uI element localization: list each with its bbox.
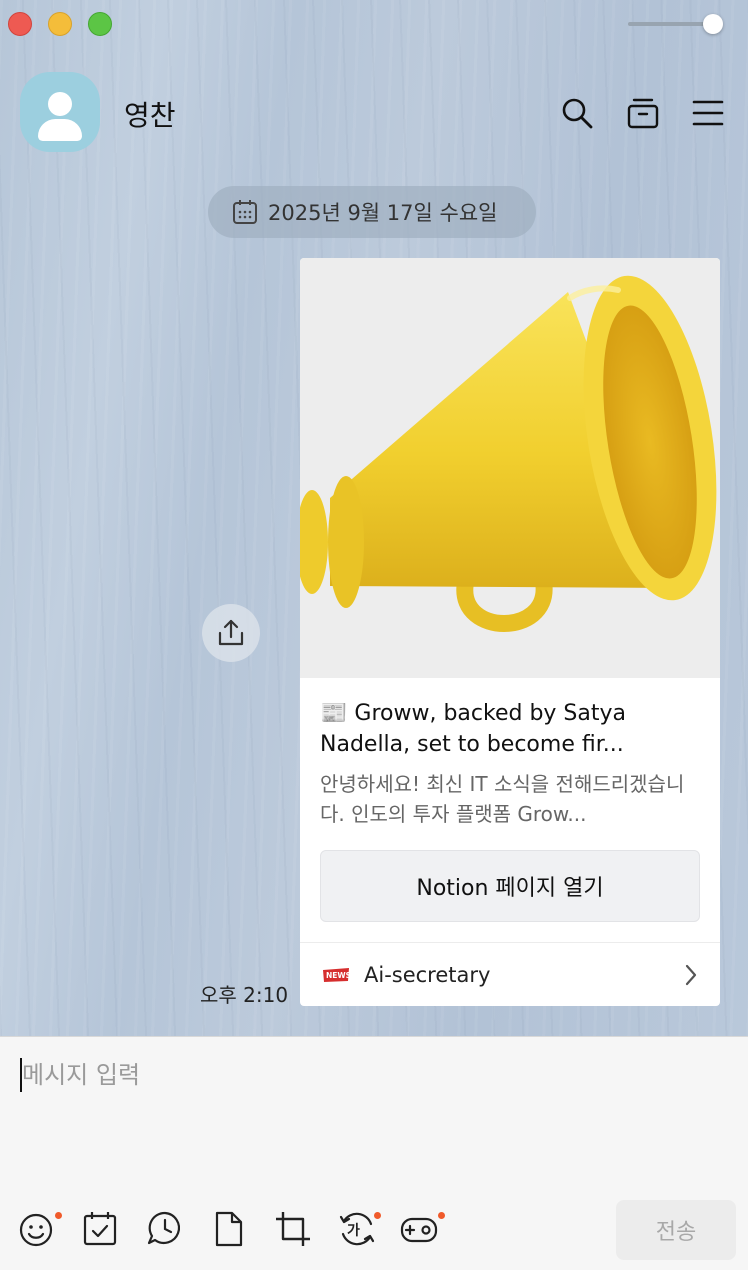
game-icon[interactable] [400, 1210, 438, 1248]
card-source-name: Ai-secretary [364, 962, 491, 987]
date-label: 2025년 9월 17일 수요일 [268, 201, 498, 225]
card-title-text: Groww, backed by Satya Nadella, set to b… [320, 701, 626, 757]
chevron-right-icon [685, 964, 697, 986]
menu-icon[interactable] [691, 96, 725, 130]
news-icon: NEWS [323, 967, 350, 982]
archive-icon[interactable] [626, 96, 660, 130]
crop-icon[interactable] [274, 1210, 312, 1248]
clock-chat-icon[interactable] [146, 1210, 184, 1248]
translate-notification-dot [374, 1212, 381, 1219]
minimize-window-button[interactable] [48, 12, 72, 36]
game-notification-dot [438, 1212, 445, 1219]
svg-text:가: 가 [347, 1223, 360, 1239]
avatar[interactable] [20, 72, 100, 152]
svg-text:NEWS: NEWS [326, 971, 350, 980]
share-icon [218, 619, 244, 646]
card-image [300, 258, 720, 678]
date-divider: 2025년 9월 17일 수요일 [208, 186, 536, 238]
translate-icon[interactable]: 가 [338, 1210, 376, 1248]
megaphone-illustration [300, 275, 717, 632]
emoticon-notification-dot [55, 1212, 62, 1219]
emoticon-icon[interactable] [18, 1210, 56, 1248]
card-description: 안녕하세요! 최신 IT 소식을 전해드리겠습니다. 인도의 투자 플랫폼 Gr… [320, 772, 685, 826]
opacity-slider-handle[interactable] [703, 14, 723, 34]
close-window-button[interactable] [8, 12, 32, 36]
message-card[interactable]: 📰 Groww, backed by Satya Nadella, set to… [300, 258, 720, 1006]
calendar-icon [233, 200, 257, 224]
newspaper-icon: 📰 [320, 701, 348, 726]
chat-title: 영찬 [124, 99, 176, 132]
message-time: 오후 2:10 [200, 983, 289, 1007]
zoom-window-button[interactable] [88, 12, 112, 36]
file-icon[interactable] [210, 1210, 248, 1248]
card-title: 📰 Groww, backed by Satya Nadella, set to… [320, 698, 708, 760]
chat-area: 영찬 2025년 9월 17일 수요일 오후 2:10 📰 Groww, bac… [0, 0, 748, 1036]
share-button[interactable] [202, 604, 260, 662]
opacity-slider[interactable] [628, 22, 714, 26]
open-notion-page-button[interactable]: Notion 페이지 열기 [320, 850, 700, 922]
search-icon[interactable] [560, 96, 594, 130]
card-source-row[interactable]: NEWS Ai-secretary [300, 942, 720, 1006]
calendar-check-icon[interactable] [82, 1210, 120, 1248]
message-input[interactable] [22, 1055, 722, 1095]
send-button[interactable]: 전송 [616, 1200, 736, 1260]
